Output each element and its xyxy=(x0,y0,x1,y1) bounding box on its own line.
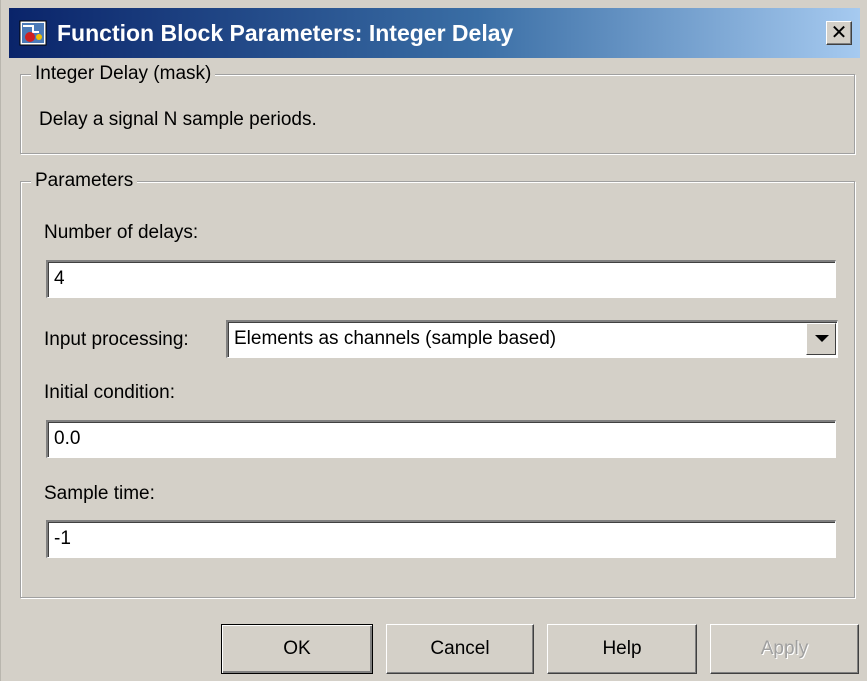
dropdown-button[interactable] xyxy=(806,323,836,355)
sample-time-input[interactable]: -1 xyxy=(46,520,836,558)
mask-description: Delay a signal N sample periods. xyxy=(39,109,317,130)
input-processing-value: Elements as channels (sample based) xyxy=(234,328,557,349)
cancel-button[interactable]: Cancel xyxy=(386,624,534,674)
chevron-down-icon xyxy=(815,335,829,342)
title-bar[interactable]: Function Block Parameters: Integer Delay… xyxy=(9,8,860,58)
input-processing-label: Input processing: xyxy=(44,329,189,350)
initial-condition-input[interactable]: 0.0 xyxy=(46,420,836,458)
parameters-group-legend: Parameters xyxy=(31,169,138,193)
mask-group-legend: Integer Delay (mask) xyxy=(31,62,216,86)
mask-description-group: Integer Delay (mask) Delay a signal N sa… xyxy=(20,62,855,154)
input-processing-select[interactable]: Elements as channels (sample based) xyxy=(226,320,838,358)
apply-button: Apply xyxy=(710,624,859,674)
simulink-block-icon xyxy=(19,20,47,46)
close-icon: ✕ xyxy=(830,22,848,44)
ok-button[interactable]: OK xyxy=(221,624,373,674)
num-delays-label: Number of delays: xyxy=(44,222,199,243)
parameters-group: Parameters Number of delays: 4 Input pro… xyxy=(20,169,855,598)
num-delays-input[interactable]: 4 xyxy=(46,260,836,298)
dialog-window: Function Block Parameters: Integer Delay… xyxy=(0,0,867,681)
close-button[interactable]: ✕ xyxy=(826,21,852,45)
window-title: Function Block Parameters: Integer Delay xyxy=(57,20,514,46)
help-button[interactable]: Help xyxy=(547,624,697,674)
initial-condition-label: Initial condition: xyxy=(44,382,175,403)
sample-time-label: Sample time: xyxy=(44,483,155,504)
